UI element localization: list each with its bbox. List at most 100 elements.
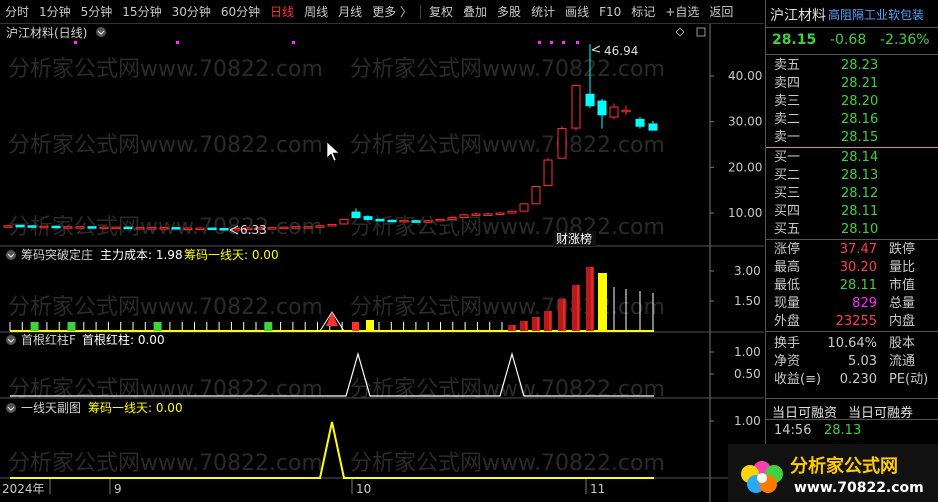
toolbar-item-16[interactable]: 标记 [626,0,660,24]
watermark-7: 分析家公式网www.70822.com [350,295,665,320]
bid-row-4[interactable]: 买五 28.10 [766,221,938,239]
stock-name: 沪江材料 [770,8,826,24]
candle-28 [339,218,349,225]
stat-label: 涨停 [774,242,801,257]
ask-row-3[interactable]: 卖二 28.16 [766,111,938,129]
tick-row-0: 14:56 28.13 [766,422,938,440]
candle-17 [207,227,217,231]
bid-label: 买二 [774,168,801,183]
candle-47 [571,84,581,131]
price-row: 28.15 -0.68 -2.36% [766,30,938,52]
ind2-dropdown-icon[interactable] [6,335,16,345]
watermark-11: 分析家公式网www.70822.com [350,451,665,476]
ask-label: 卖三 [774,94,801,109]
candle-13 [159,227,169,230]
watermark-10: 分析家公式网www.70822.com [8,451,323,476]
toolbar-item-15[interactable]: F10 [594,0,626,24]
toolbar-item-1[interactable]: 1分钟 [34,0,76,24]
y-tick-label: 40.00 [728,69,762,83]
stat-row-1: 最高 30.20 量比 [766,259,938,277]
toolbar-item-12[interactable]: 多股 [492,0,526,24]
ind2-title: 首根红柱F [21,332,76,347]
ind2-value-0: 首根红柱: 0.00 [82,332,165,347]
bid-row-2[interactable]: 买三 28.12 [766,185,938,203]
ask-row-4[interactable]: 卖一 28.15 [766,129,938,147]
ask-row-2[interactable]: 卖三 28.20 [766,93,938,111]
ask-price: 28.20 [841,94,879,109]
candle-8 [99,226,109,230]
candle-25 [303,226,313,229]
stat-label-2: 总量 [889,296,916,311]
bid-label: 买五 [774,222,801,237]
toolbar-item-3[interactable]: 15分钟 [117,0,166,24]
candle-12 [147,227,157,230]
title-dropdown-icon[interactable] [96,27,106,37]
toolbar-item-11[interactable]: 叠加 [458,0,492,24]
margin-tabs: 当日可融资 当日可融券 [766,400,938,421]
toolbar-item-10[interactable]: 复权 [424,0,458,24]
toolbar-item-17[interactable]: +自选 [660,0,704,24]
toolbar-item-13[interactable]: 统计 [526,0,560,24]
margin-short-tab[interactable]: 当日可融券 [848,402,913,421]
ind3-dropdown-icon[interactable] [6,403,16,413]
y-tick-label: 30.00 [728,115,762,129]
tick-time: 14:56 [774,423,812,438]
quote-divider-2 [766,239,938,240]
period-toolbar: 分时 1分钟 5分钟 15分钟 30分钟 60分钟 日线 周线 月线 更多 〉复权 叠加 多股 统计 画线… [0,0,764,24]
candle-1 [15,224,25,228]
ind3-title: 一线天副图 [21,401,81,415]
toolbar-item-4[interactable]: 30分钟 [167,0,216,24]
toolbar-item-7[interactable]: 周线 [299,0,333,24]
bid-price: 28.13 [841,168,879,183]
candle-7 [87,226,97,229]
quote-divider-4 [766,398,938,399]
stat-label: 最低 [774,278,801,293]
ask-label: 卖一 [774,130,801,145]
toolbar-item-6[interactable]: 日线 [265,0,299,24]
kline-chart-area[interactable]: 分析家公式网www.70822.com 分析家公式网www.70822.com 分析… [0,24,764,502]
quote-divider-3 [766,331,938,332]
toolbar-item-5[interactable]: 60分钟 [216,0,265,24]
toolbar-item-9[interactable]: 更多 〉 [367,0,417,24]
stat-label-2: PE(动) [889,372,929,387]
bid-row-3[interactable]: 买四 28.11 [766,203,938,221]
toolbar-item-2[interactable]: 5分钟 [76,0,118,24]
watermark-2: 分析家公式网www.70822.com [8,133,323,158]
ind2-tick-label: 0.50 [734,367,761,381]
ask-row-0[interactable]: 卖五 28.23 [766,57,938,75]
price-change: -0.68 [830,32,867,48]
stat-label: 净资 [774,354,801,369]
toolbar-item-0[interactable]: 分时 [0,0,34,24]
stat-row-2: 最低 28.11 市值 [766,277,938,295]
stat-row-5: 换手 10.64% 股本 [766,335,938,353]
ind1-dropdown-icon[interactable] [6,250,16,260]
quote-divider-1 [766,54,938,55]
watermark-6: 分析家公式网www.70822.com [8,295,323,320]
ask-label: 卖四 [774,76,801,91]
stat-row-4: 外盘 23255 内盘 [766,313,938,331]
toolbar-divider [420,4,422,19]
bid-price: 28.14 [841,150,879,165]
toolbar-item-18[interactable]: 返回 [704,0,738,24]
flower-icon [741,461,783,493]
bid-row-0[interactable]: 买一 28.14 [766,149,938,167]
toolbar-item-8[interactable]: 月线 [333,0,367,24]
margin-finance-tab[interactable]: 当日可融资 [772,402,837,421]
stock-app: 分时 1分钟 5分钟 15分钟 30分钟 60分钟 日线 周线 月线 更多 〉复权 叠加 多股 统计 画线… [0,0,938,502]
bid-label: 买一 [774,150,801,165]
bid-price: 28.10 [841,222,879,237]
bid-price: 28.12 [841,186,879,201]
stat-label-2: 量比 [889,260,916,275]
candle-11 [135,227,145,230]
stat-label: 外盘 [774,314,801,329]
low-price-label: 6.33 [240,223,267,237]
watermark-5: 分析家公式网www.70822.com [350,215,665,240]
ask-row-1[interactable]: 卖四 28.21 [766,75,938,93]
stat-label-2: 流通 [889,354,916,369]
bid-row-1[interactable]: 买二 28.13 [766,167,938,185]
hot-list-badge[interactable]: 财涨榜 [554,231,596,246]
watermark-0: 分析家公式网www.70822.com [8,57,323,82]
bid-label: 买三 [774,186,801,201]
toolbar-item-14[interactable]: 画线 [560,0,594,24]
stat-value: 23255 [835,314,877,329]
